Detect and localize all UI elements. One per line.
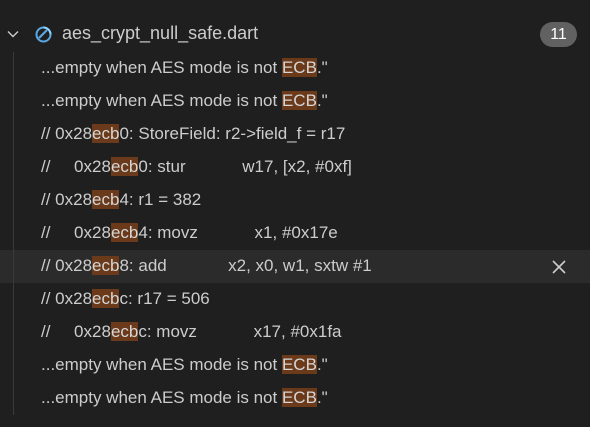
match-context-after: 8: add x2, x0, w1, sxtw #1 (119, 256, 372, 275)
match-context-after: c: movz x17, #0x1fa (138, 322, 342, 341)
match-row[interactable]: ...empty when AES mode is not ECB." (0, 382, 590, 415)
match-context-after: 4: movz x1, #0x17e (138, 223, 338, 242)
match-context-after: ." (316, 58, 328, 77)
indent-guide (13, 349, 14, 382)
search-results-panel: aes_crypt_null_safe.dart 11 ...empty whe… (0, 0, 590, 427)
match-row[interactable]: // 0x28ecb0: stur w17, [x2, #0xf] (0, 151, 590, 184)
indent-guide (13, 118, 14, 151)
match-context-before: // 0x28 (41, 322, 111, 341)
indent-guide (13, 316, 14, 349)
match-row[interactable]: // 0x28ecb0: StoreField: r2->field_f = r… (0, 118, 590, 151)
match-context-after: ." (316, 388, 328, 407)
file-name[interactable]: aes_crypt_null_safe.dart (62, 23, 258, 44)
indent-guide (13, 85, 14, 118)
match-context-after: ." (316, 355, 328, 374)
dart-file-icon (35, 26, 52, 43)
match-line-text[interactable]: ...empty when AES mode is not ECB." (41, 387, 328, 409)
match-line-text[interactable]: ...empty when AES mode is not ECB." (41, 354, 328, 376)
match-list: ...empty when AES mode is not ECB." ...em… (0, 52, 590, 415)
indent-guide (13, 217, 14, 250)
match-row[interactable]: // 0x28ecb8: add x2, x0, w1, sxtw #1 (0, 250, 590, 283)
match-highlight: ecb (92, 256, 120, 275)
match-row[interactable]: // 0x28ecb4: r1 = 382 (0, 184, 590, 217)
match-context-before: ...empty when AES mode is not (41, 91, 282, 110)
match-context-before: ...empty when AES mode is not (41, 355, 282, 374)
match-highlight: ECB (281, 355, 317, 374)
match-context-after: ." (316, 91, 328, 110)
match-row[interactable]: ...empty when AES mode is not ECB." (0, 349, 590, 382)
match-context-before: // 0x28 (41, 124, 93, 143)
match-highlight: ECB (281, 58, 317, 77)
match-context-after: c: r17 = 506 (119, 289, 210, 308)
indent-guide (13, 52, 14, 85)
match-row[interactable]: ...empty when AES mode is not ECB." (0, 85, 590, 118)
panel-top-edge (0, 0, 590, 6)
match-line-text[interactable]: // 0x28ecb0: stur w17, [x2, #0xf] (41, 156, 352, 178)
match-context-before: // 0x28 (41, 256, 93, 275)
match-highlight: ecb (110, 322, 139, 341)
match-line-text[interactable]: // 0x28ecb4: r1 = 382 (41, 189, 201, 211)
match-context-before: ...empty when AES mode is not (41, 388, 282, 407)
indent-guide (13, 283, 14, 316)
match-highlight: ecb (110, 157, 139, 176)
match-context-before: // 0x28 (41, 223, 111, 242)
match-highlight: ECB (281, 388, 317, 407)
match-highlight: ecb (92, 124, 120, 143)
match-highlight: ecb (92, 190, 120, 209)
match-highlight: ECB (281, 91, 317, 110)
match-context-after: 0: StoreField: r2->field_f = r17 (119, 124, 346, 143)
match-context-before: // 0x28 (41, 157, 111, 176)
match-line-text[interactable]: ...empty when AES mode is not ECB." (41, 57, 328, 79)
match-context-before: // 0x28 (41, 289, 93, 308)
match-line-text[interactable]: // 0x28ecbc: r17 = 506 (41, 288, 210, 310)
match-context-after: 0: stur w17, [x2, #0xf] (138, 157, 352, 176)
match-row[interactable]: // 0x28ecb4: movz x1, #0x17e (0, 217, 590, 250)
match-highlight: ecb (110, 223, 139, 242)
match-row[interactable]: ...empty when AES mode is not ECB." (0, 52, 590, 85)
match-row[interactable]: // 0x28ecbc: r17 = 506 (0, 283, 590, 316)
indent-guide (13, 250, 14, 283)
match-line-text[interactable]: // 0x28ecb0: StoreField: r2->field_f = r… (41, 123, 345, 145)
match-context-before: ...empty when AES mode is not (41, 58, 282, 77)
match-context-after: 4: r1 = 382 (119, 190, 202, 209)
indent-guide (13, 382, 14, 415)
match-line-text[interactable]: // 0x28ecbc: movz x17, #0x1fa (41, 321, 342, 343)
indent-guide (13, 151, 14, 184)
match-row[interactable]: // 0x28ecbc: movz x17, #0x1fa (0, 316, 590, 349)
dismiss-match-icon[interactable] (550, 258, 568, 276)
match-line-text[interactable]: // 0x28ecb8: add x2, x0, w1, sxtw #1 (41, 255, 372, 277)
match-highlight: ecb (92, 289, 120, 308)
file-match-header[interactable]: aes_crypt_null_safe.dart 11 (0, 17, 590, 51)
match-line-text[interactable]: // 0x28ecb4: movz x1, #0x17e (41, 222, 338, 244)
match-line-text[interactable]: ...empty when AES mode is not ECB." (41, 90, 328, 112)
indent-guide (13, 184, 14, 217)
match-count-badge: 11 (540, 22, 577, 47)
chevron-down-icon[interactable] (5, 26, 21, 42)
match-context-before: // 0x28 (41, 190, 93, 209)
